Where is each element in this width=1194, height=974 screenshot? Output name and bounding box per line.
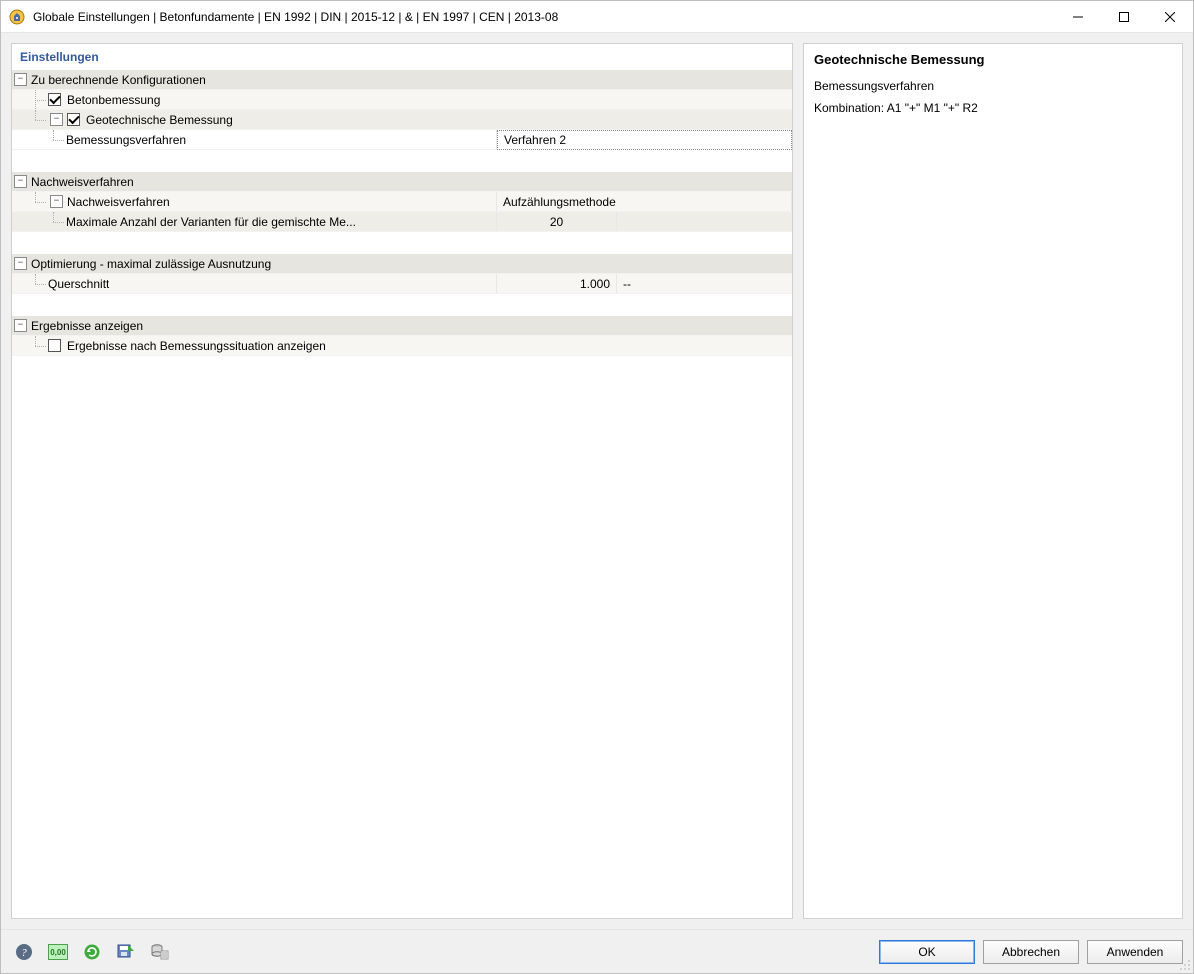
expander-icon[interactable]: − [14,73,27,86]
footer-bar: ? 0,00 [1,929,1193,973]
item-label: Geotechnische Bemessung [86,113,233,127]
help-button[interactable]: ? [11,939,37,965]
method-select[interactable]: Verfahren 2 [497,130,792,150]
expander-icon[interactable]: − [14,175,27,188]
svg-text:?: ? [21,947,27,959]
expander-icon[interactable]: − [50,113,63,126]
item-nachweis-sub[interactable]: − Nachweisverfahren Aufzählungsmethode [12,192,792,212]
select-value: Verfahren 2 [504,133,566,147]
value-cell[interactable]: Aufzählungsmethode [497,192,792,211]
item-geo-method[interactable]: Bemessungsverfahren Verfahren 2 [12,130,792,150]
button-label: OK [918,945,935,959]
group-label: Zu berechnende Konfigurationen [31,73,206,87]
group-ergebnisse[interactable]: − Ergebnisse anzeigen [12,316,792,336]
ok-button[interactable]: OK [879,940,975,964]
item-betonbemessung[interactable]: Betonbemessung [12,90,792,110]
database-button[interactable] [147,939,173,965]
value-cell[interactable]: 1.000 [497,274,617,293]
resize-grip-icon[interactable] [1179,959,1191,971]
minimize-button[interactable] [1055,1,1101,33]
group-label: Optimierung - maximal zulässige Ausnutzu… [31,257,271,271]
group-label: Nachweisverfahren [31,175,134,189]
group-nachweis[interactable]: − Nachweisverfahren [12,172,792,192]
button-label: Abbrechen [1002,945,1060,959]
checkbox-icon[interactable] [48,339,61,352]
item-label: Maximale Anzahl der Varianten für die ge… [66,215,356,229]
checkbox-icon[interactable] [67,113,80,126]
item-querschnitt[interactable]: Querschnitt 1.000 -- [12,274,792,294]
item-label: Nachweisverfahren [67,195,170,209]
app-icon [9,9,25,25]
info-title: Geotechnische Bemessung [814,52,1172,67]
item-label: Betonbemessung [67,93,160,107]
button-label: Anwenden [1107,945,1164,959]
item-label: Ergebnisse nach Bemessungssituation anze… [67,339,326,353]
expander-icon[interactable]: − [14,319,27,332]
close-button[interactable] [1147,1,1193,33]
value-text: 1.000 [580,277,610,291]
cancel-button[interactable]: Abbrechen [983,940,1079,964]
reload-button[interactable] [79,939,105,965]
item-ergebnisse-show[interactable]: Ergebnisse nach Bemessungssituation anze… [12,336,792,356]
unit-cell: -- [617,277,677,291]
apply-button[interactable]: Anwenden [1087,940,1183,964]
item-geo[interactable]: − Geotechnische Bemessung [12,110,792,130]
unit-text: -- [623,277,631,291]
settings-panel: Einstellungen − Zu berechnende Konfigura… [11,43,793,919]
item-max-variants[interactable]: Maximale Anzahl der Varianten für die ge… [12,212,792,232]
value-cell[interactable]: 20 [497,212,617,231]
item-label: Querschnitt [48,277,109,291]
settings-header: Einstellungen [12,44,792,70]
group-optimierung[interactable]: − Optimierung - maximal zulässige Ausnut… [12,254,792,274]
group-configs[interactable]: − Zu berechnende Konfigurationen [12,70,792,90]
window-title: Globale Einstellungen | Betonfundamente … [33,10,558,24]
checkbox-icon[interactable] [48,93,61,106]
info-panel: Geotechnische Bemessung Bemessungsverfah… [803,43,1183,919]
settings-tree: − Zu berechnende Konfigurationen Betonbe… [12,70,792,918]
group-label: Ergebnisse anzeigen [31,319,143,333]
item-label: Bemessungsverfahren [66,133,186,147]
value-text: 20 [550,215,563,229]
units-button[interactable]: 0,00 [45,939,71,965]
maximize-button[interactable] [1101,1,1147,33]
save-settings-button[interactable] [113,939,139,965]
expander-icon[interactable]: − [14,257,27,270]
titlebar: Globale Einstellungen | Betonfundamente … [1,1,1193,33]
info-line-2: Kombination: A1 "+" M1 "+" R2 [814,101,1172,115]
value-text: Aufzählungsmethode [503,195,616,209]
info-line-1: Bemessungsverfahren [814,79,1172,93]
svg-text:0,00: 0,00 [50,948,66,957]
expander-icon[interactable]: − [50,195,63,208]
